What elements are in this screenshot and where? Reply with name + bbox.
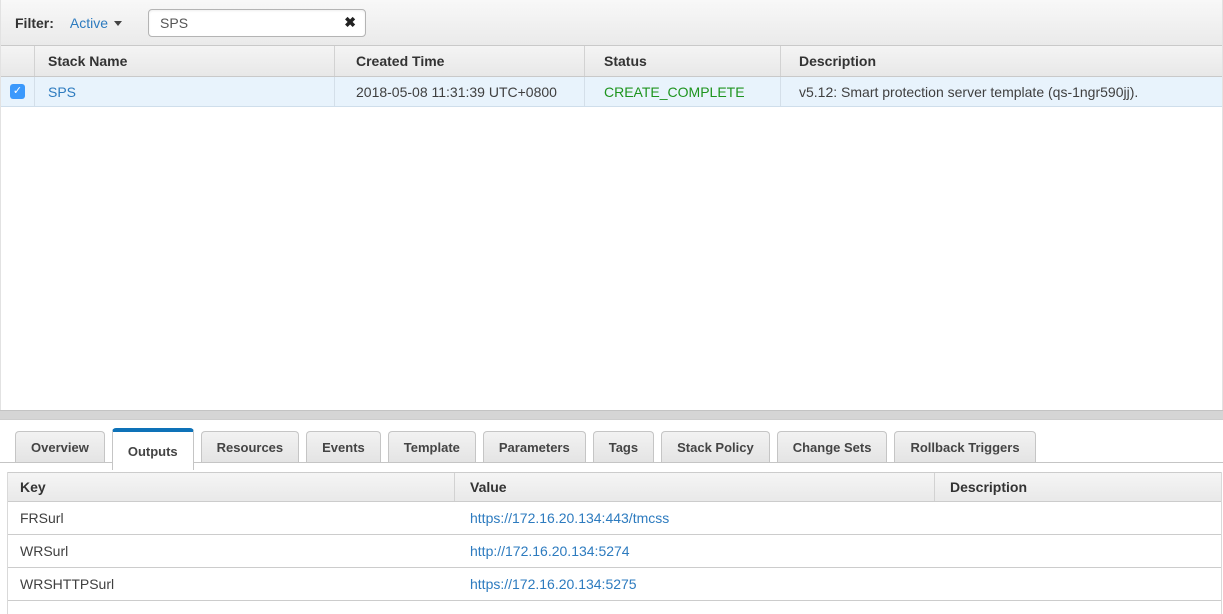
table-row: WRSHTTPSurl https://172.16.20.134:5275 xyxy=(8,568,1221,601)
header-created-time: Created Time xyxy=(335,46,585,76)
header-key: Key xyxy=(8,473,455,501)
stack-search-box: ✖ xyxy=(148,9,366,37)
panel-splitter-handle[interactable] xyxy=(0,410,1223,420)
output-key: WRSurl xyxy=(20,543,68,559)
tab-tags[interactable]: Tags xyxy=(593,431,654,462)
filter-label: Filter: xyxy=(15,15,54,31)
table-row: FRSurl https://172.16.20.134:443/tmcss xyxy=(8,502,1221,535)
row-checkbox[interactable]: ✓ xyxy=(10,84,25,99)
tab-outputs[interactable]: Outputs xyxy=(112,428,194,470)
header-status: Status xyxy=(585,46,781,76)
stack-description: v5.12: Smart protection server template … xyxy=(799,84,1138,100)
stacks-list-empty-area xyxy=(1,107,1222,410)
header-description: Description xyxy=(781,46,1222,76)
tab-resources[interactable]: Resources xyxy=(201,431,299,462)
filter-bar: Filter: Active ✖ xyxy=(1,0,1222,46)
tab-stack-policy[interactable]: Stack Policy xyxy=(661,431,770,462)
header-checkbox-cell xyxy=(1,46,35,76)
stacks-panel: Filter: Active ✖ Stack Name Created Time… xyxy=(0,0,1223,410)
output-key: WRSHTTPSurl xyxy=(20,576,114,592)
tab-events[interactable]: Events xyxy=(306,431,381,462)
output-value-link[interactable]: https://172.16.20.134:5275 xyxy=(470,576,637,592)
detail-tabs: Overview Outputs Resources Events Templa… xyxy=(0,420,1223,463)
table-row[interactable]: ✓ SPS 2018-05-08 11:31:39 UTC+0800 CREAT… xyxy=(1,77,1222,107)
stack-search-input[interactable] xyxy=(148,9,366,37)
clear-search-icon[interactable]: ✖ xyxy=(344,14,356,31)
stack-name-link[interactable]: SPS xyxy=(48,84,76,100)
tab-overview[interactable]: Overview xyxy=(15,431,105,462)
output-key: FRSurl xyxy=(20,510,64,526)
table-row: WRSurl http://172.16.20.134:5274 xyxy=(8,535,1221,568)
output-value-link[interactable]: https://172.16.20.134:443/tmcss xyxy=(470,510,669,526)
created-time-value: 2018-05-08 11:31:39 UTC+0800 xyxy=(356,84,557,100)
tab-change-sets[interactable]: Change Sets xyxy=(777,431,888,462)
output-value-link[interactable]: http://172.16.20.134:5274 xyxy=(470,543,630,559)
status-badge: CREATE_COMPLETE xyxy=(604,84,745,100)
header-output-description: Description xyxy=(935,473,1221,501)
tab-template[interactable]: Template xyxy=(388,431,476,462)
status-filter-dropdown[interactable]: Active xyxy=(70,15,122,31)
outputs-table-header: Key Value Description xyxy=(8,472,1221,502)
status-filter-value: Active xyxy=(70,15,108,31)
header-stack-name: Stack Name xyxy=(35,46,335,76)
tab-parameters[interactable]: Parameters xyxy=(483,431,586,462)
outputs-panel: Key Value Description FRSurl https://172… xyxy=(7,472,1222,614)
chevron-down-icon xyxy=(114,21,122,26)
tab-rollback-triggers[interactable]: Rollback Triggers xyxy=(894,431,1035,462)
header-value: Value xyxy=(455,473,935,501)
stacks-table-header: Stack Name Created Time Status Descripti… xyxy=(1,46,1222,77)
